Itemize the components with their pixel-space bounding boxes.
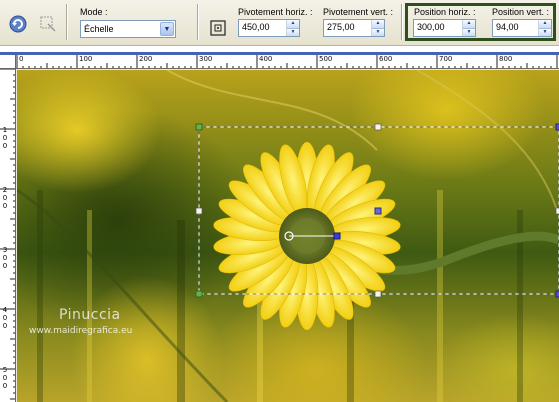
- mode-select[interactable]: Échelle ▼: [80, 20, 176, 38]
- apply-button[interactable]: [37, 13, 59, 35]
- ruler-ticks: [0, 69, 15, 400]
- ruler-ticks: [16, 55, 558, 68]
- ruler-label: 100: [79, 55, 93, 63]
- pivot-vertical-value: 275,00: [327, 22, 355, 32]
- pivot-vertical-input[interactable]: 275,00 ▲ ▼: [323, 19, 385, 37]
- ruler-label: 5 0 0: [2, 366, 8, 390]
- separator: [66, 4, 68, 40]
- watermark-name: Pinuccia: [59, 307, 121, 323]
- vertical-ruler[interactable]: 1 0 0 2 0 0 3 0 0 4 0 0 5 0 0: [0, 69, 16, 402]
- pivot-vertical-label: Pivotement vert. :: [323, 7, 394, 17]
- position-horizontal-value: 300,00: [417, 22, 445, 32]
- ruler-label: 300: [199, 55, 213, 63]
- pivot-tool-button[interactable]: [207, 17, 229, 39]
- position-vertical-value: 94,00: [496, 22, 519, 32]
- ruler-label: 400: [259, 55, 273, 63]
- pivot-horizontal-label: Pivotement horiz. :: [238, 7, 313, 17]
- image-canvas[interactable]: Pinuccia www.maidiregrafica.eu: [17, 70, 559, 402]
- spin-up-icon[interactable]: ▲: [287, 20, 299, 28]
- separator: [197, 4, 199, 40]
- position-horizontal-label: Position horiz. :: [414, 7, 476, 17]
- spin-down-icon[interactable]: ▼: [463, 27, 475, 36]
- spin-down-icon[interactable]: ▼: [372, 27, 384, 36]
- transform-apply-icon: [40, 16, 56, 32]
- position-vertical-label: Position vert. :: [492, 7, 550, 17]
- pivot-icon: [210, 20, 226, 36]
- horizontal-ruler[interactable]: 0 100 200 300 400 500 600 700 800: [16, 55, 559, 69]
- pivot-horizontal-input[interactable]: 450,00 ▲ ▼: [238, 19, 300, 37]
- mode-label: Mode :: [80, 7, 108, 17]
- selection-handle: [195, 123, 203, 131]
- spin-up-icon[interactable]: ▲: [372, 20, 384, 28]
- ruler-label: 500: [319, 55, 333, 63]
- rotation-handle: [333, 232, 341, 240]
- ruler-corner: [0, 55, 16, 69]
- ruler-label: 700: [439, 55, 453, 63]
- chevron-down-icon[interactable]: ▼: [160, 22, 174, 36]
- selection-handle: [195, 290, 203, 298]
- position-vertical-input[interactable]: 94,00 ▲ ▼: [492, 19, 552, 37]
- spin-up-icon[interactable]: ▲: [463, 20, 475, 28]
- separator: [401, 4, 403, 40]
- spin-up-icon[interactable]: ▲: [539, 20, 551, 28]
- ruler-label: 200: [139, 55, 153, 63]
- ruler-label: 600: [379, 55, 393, 63]
- spin-down-icon[interactable]: ▼: [287, 27, 299, 36]
- ruler-label: 4 0 0: [2, 306, 8, 330]
- undo-arrow-icon: [9, 15, 27, 33]
- background-artwork: [17, 70, 559, 402]
- ruler-label: 800: [499, 55, 513, 63]
- ruler-label: 2 0 0: [2, 186, 8, 210]
- pivot-horizontal-value: 450,00: [242, 22, 270, 32]
- position-horizontal-input[interactable]: 300,00 ▲ ▼: [413, 19, 476, 37]
- spin-down-icon[interactable]: ▼: [539, 27, 551, 36]
- ruler-label: 3 0 0: [2, 246, 8, 270]
- mode-value: Échelle: [84, 24, 114, 34]
- watermark-url: www.maidiregrafica.eu: [29, 326, 133, 336]
- tool-options-bar: Mode : Échelle ▼ Pivotement horiz. : 450…: [0, 0, 559, 46]
- pivot-handle: [374, 207, 382, 215]
- reset-button[interactable]: [7, 13, 29, 35]
- ruler-label: 1 0 0: [2, 126, 8, 150]
- ruler-label: 0: [19, 55, 24, 63]
